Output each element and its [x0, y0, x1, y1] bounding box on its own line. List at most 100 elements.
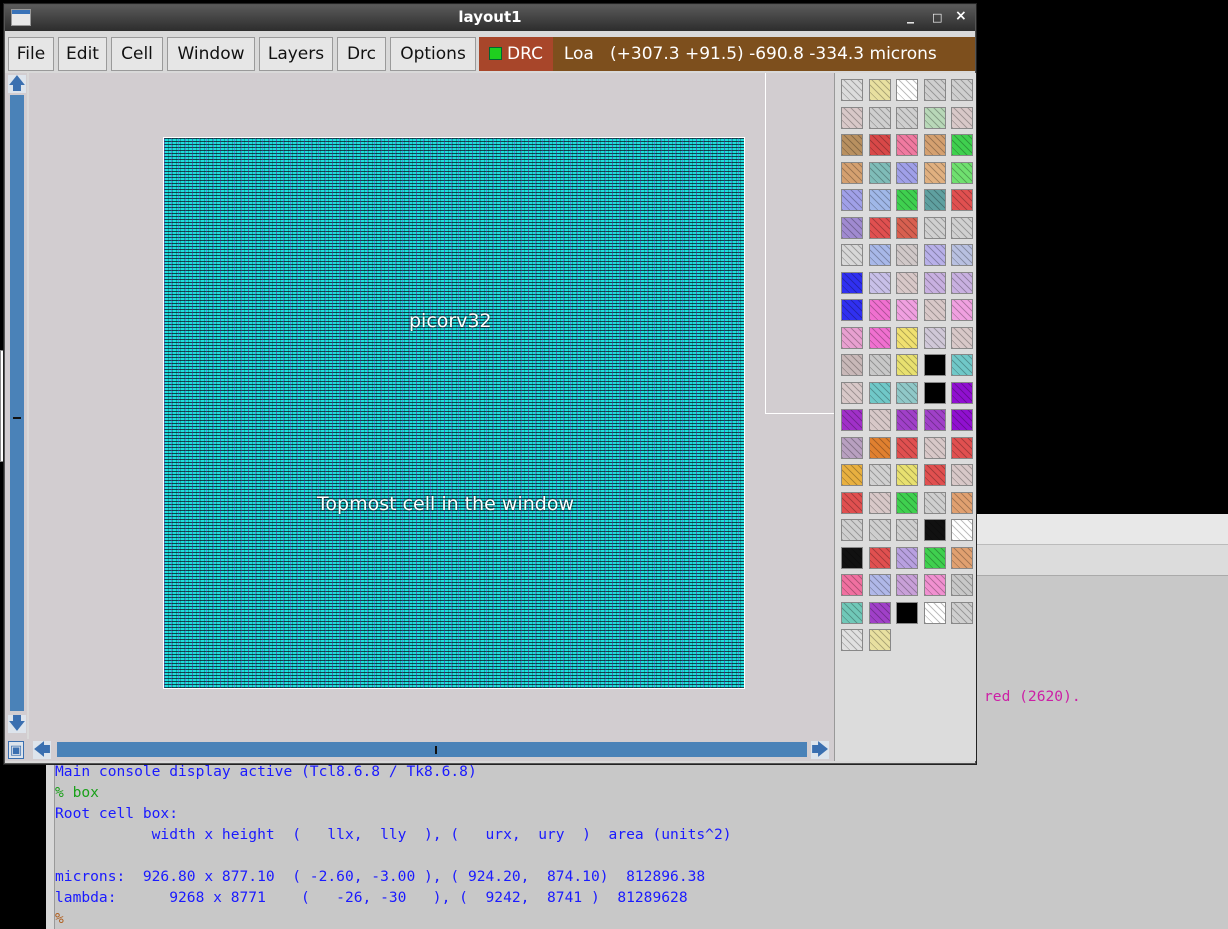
horizontal-scroll-track[interactable] — [57, 742, 807, 757]
layer-swatch[interactable] — [923, 601, 946, 624]
layer-swatch[interactable] — [951, 464, 973, 486]
layer-swatch[interactable] — [868, 161, 891, 184]
layer-swatch[interactable] — [868, 271, 891, 294]
maximize-icon[interactable]: □ — [932, 11, 942, 24]
layer-swatch[interactable] — [896, 326, 918, 349]
layer-swatch[interactable] — [841, 189, 863, 211]
layer-swatch[interactable] — [896, 354, 918, 376]
layer-swatch[interactable] — [951, 216, 973, 239]
layer-swatch[interactable] — [951, 244, 973, 266]
layer-swatch[interactable] — [951, 491, 973, 514]
layer-swatch[interactable] — [841, 326, 863, 349]
layer-swatch[interactable] — [868, 189, 891, 211]
layer-swatch[interactable] — [868, 519, 891, 541]
layer-swatch[interactable] — [841, 409, 863, 431]
layer-swatch[interactable] — [951, 326, 973, 349]
vertical-scroll-thumb[interactable] — [13, 417, 21, 419]
layer-swatch[interactable] — [868, 409, 891, 431]
layer-swatch[interactable] — [841, 216, 863, 239]
layer-swatch[interactable] — [951, 409, 973, 431]
layer-swatch[interactable] — [841, 134, 863, 156]
vertical-scroll-track[interactable] — [10, 95, 24, 711]
layer-swatch[interactable] — [896, 491, 918, 514]
layer-swatch[interactable] — [868, 436, 891, 459]
layer-swatch[interactable] — [841, 546, 863, 569]
layer-swatch[interactable] — [841, 106, 863, 129]
layer-swatch[interactable] — [868, 354, 891, 376]
layer-swatch[interactable] — [896, 161, 918, 184]
scroll-down-icon[interactable]: 🡇 — [8, 715, 26, 733]
layer-swatch[interactable] — [923, 216, 946, 239]
layer-swatch[interactable] — [923, 326, 946, 349]
layer-swatch[interactable] — [868, 79, 891, 101]
menu-edit[interactable]: Edit — [58, 37, 107, 71]
drc-status-button[interactable]: DRC — [479, 37, 553, 71]
layer-swatch[interactable] — [841, 381, 863, 404]
layer-swatch[interactable] — [896, 601, 918, 624]
horizontal-scrollbar[interactable]: ▣ 🡄 🡆 — [5, 739, 834, 761]
layer-swatch[interactable] — [841, 574, 863, 596]
layer-swatch[interactable] — [923, 244, 946, 266]
layer-swatch[interactable] — [841, 464, 863, 486]
layer-swatch[interactable] — [841, 79, 863, 101]
scroll-right-icon[interactable]: 🡆 — [811, 741, 829, 759]
layer-swatch[interactable] — [923, 79, 946, 101]
layer-swatch[interactable] — [923, 546, 946, 569]
layer-swatch[interactable] — [896, 519, 918, 541]
layer-swatch[interactable] — [923, 354, 946, 376]
layer-swatch[interactable] — [896, 436, 918, 459]
menu-layers[interactable]: Layers — [259, 37, 333, 71]
layer-swatch[interactable] — [951, 299, 973, 321]
layer-swatch[interactable] — [896, 574, 918, 596]
layer-swatch[interactable] — [923, 491, 946, 514]
close-icon[interactable]: × — [955, 8, 967, 24]
layer-swatch[interactable] — [841, 491, 863, 514]
layer-swatch[interactable] — [868, 134, 891, 156]
layer-swatch[interactable] — [896, 299, 918, 321]
layer-swatch[interactable] — [951, 354, 973, 376]
layer-swatch[interactable] — [951, 574, 973, 596]
scroll-up-icon[interactable]: 🡅 — [8, 75, 26, 93]
layer-swatch[interactable] — [951, 161, 973, 184]
layer-swatch[interactable] — [841, 519, 863, 541]
layer-swatch[interactable] — [896, 271, 918, 294]
minimize-icon[interactable]: _ — [907, 8, 914, 24]
layer-swatch[interactable] — [896, 409, 918, 431]
layer-swatch[interactable] — [868, 601, 891, 624]
layer-swatch[interactable] — [868, 381, 891, 404]
menu-file[interactable]: File — [8, 37, 54, 71]
layer-swatch[interactable] — [951, 381, 973, 404]
console-prompt[interactable]: % — [55, 908, 64, 929]
layer-swatch[interactable] — [951, 106, 973, 129]
layer-swatch[interactable] — [896, 189, 918, 211]
layer-swatch[interactable] — [923, 299, 946, 321]
layer-swatch[interactable] — [923, 106, 946, 129]
layer-swatch[interactable] — [841, 299, 863, 321]
layer-swatch[interactable] — [868, 464, 891, 486]
layer-swatch[interactable] — [923, 134, 946, 156]
layer-swatch[interactable] — [951, 134, 973, 156]
layer-swatch[interactable] — [868, 216, 891, 239]
layer-swatch[interactable] — [841, 436, 863, 459]
layer-swatch[interactable] — [841, 354, 863, 376]
console-scrollbar[interactable] — [46, 764, 55, 929]
layer-swatch[interactable] — [923, 574, 946, 596]
layer-swatch[interactable] — [868, 546, 891, 569]
layer-swatch[interactable] — [923, 189, 946, 211]
layer-swatch[interactable] — [868, 574, 891, 596]
layer-swatch[interactable] — [896, 134, 918, 156]
layer-swatch[interactable] — [868, 106, 891, 129]
layer-swatch[interactable] — [951, 519, 973, 541]
chip-layout-cell[interactable]: picorv32 Topmost cell in the window — [163, 137, 745, 689]
layer-swatch[interactable] — [923, 519, 946, 541]
layer-swatch[interactable] — [923, 464, 946, 486]
layer-swatch[interactable] — [841, 271, 863, 294]
layer-swatch[interactable] — [841, 161, 863, 184]
vertical-scrollbar[interactable]: 🡅 🡇 — [5, 73, 27, 739]
layer-swatch[interactable] — [951, 271, 973, 294]
layer-swatch[interactable] — [951, 436, 973, 459]
window-titlebar[interactable]: layout1 _ □ × — [5, 5, 975, 31]
layer-swatch[interactable] — [896, 216, 918, 239]
layer-swatch[interactable] — [896, 381, 918, 404]
layer-swatch[interactable] — [896, 106, 918, 129]
